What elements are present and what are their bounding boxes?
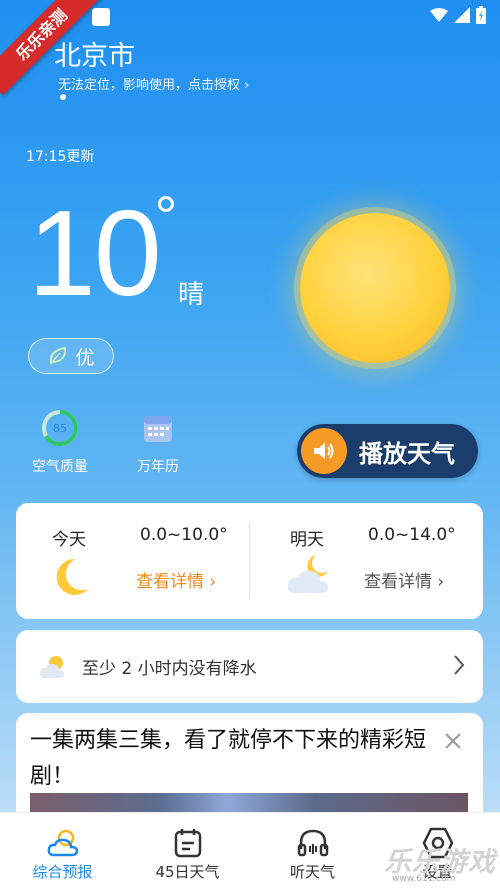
chevron-right-icon bbox=[454, 655, 465, 675]
air-quality-label: 空气质量 bbox=[32, 459, 88, 475]
tab-45-day[interactable]: 45日天气 bbox=[125, 813, 250, 890]
update-time: 17:15更新 bbox=[26, 149, 95, 165]
calendar-45-icon bbox=[174, 829, 202, 858]
calendar-button[interactable]: 万年历 bbox=[110, 408, 206, 476]
air-quality-button[interactable]: 85 空气质量 bbox=[12, 408, 108, 476]
city-name[interactable]: 北京市 bbox=[54, 34, 135, 73]
cloud-sun-icon bbox=[47, 829, 79, 857]
tomorrow-details-link[interactable]: 查看详情 › bbox=[364, 567, 444, 592]
precipitation-notice[interactable]: 至少 2 小时内没有降水 bbox=[16, 630, 483, 703]
status-icons bbox=[430, 6, 486, 24]
sun-illustration bbox=[300, 213, 450, 363]
svg-text:85: 85 bbox=[53, 422, 67, 435]
tab-45-day-label: 45日天气 bbox=[155, 863, 220, 881]
tab-listen[interactable]: 听天气 bbox=[250, 813, 375, 890]
play-weather-button[interactable]: 播放天气 bbox=[297, 424, 478, 478]
today-label: 今天 bbox=[52, 530, 86, 550]
tomorrow-label: 明天 bbox=[290, 530, 324, 550]
calendar-icon bbox=[138, 408, 178, 448]
degree-symbol bbox=[158, 196, 174, 212]
forecast-card: 今天 0.0~10.0° 查看详情 › 明天 0.0~14.0° 查看详情 › bbox=[16, 503, 483, 619]
tab-overview-label: 综合预报 bbox=[32, 863, 93, 881]
watermark-logo: 乐乐游戏 www.611.com bbox=[384, 840, 496, 888]
aqi-gauge-icon: 85 bbox=[40, 408, 80, 448]
calendar-label: 万年历 bbox=[137, 459, 179, 475]
aqi-badge[interactable]: 优 bbox=[28, 338, 114, 374]
close-icon[interactable] bbox=[443, 731, 463, 751]
tab-overview[interactable]: 综合预报 bbox=[0, 813, 125, 890]
notification-icon bbox=[92, 8, 110, 26]
watermark-url: www.611.com bbox=[392, 874, 456, 884]
partly-cloudy-icon bbox=[39, 655, 64, 678]
weather-condition: 晴 bbox=[178, 280, 205, 310]
headphones-icon bbox=[297, 829, 329, 857]
cloud-moon-icon bbox=[287, 555, 328, 593]
battery-icon bbox=[476, 6, 486, 24]
leaf-icon bbox=[50, 346, 67, 365]
current-temperature: 10 bbox=[28, 185, 162, 321]
play-weather-label: 播放天气 bbox=[359, 439, 455, 468]
moon-icon bbox=[56, 558, 88, 595]
forecast-today: 今天 0.0~10.0° 查看详情 › bbox=[16, 503, 249, 619]
forecast-tomorrow: 明天 0.0~14.0° 查看详情 › bbox=[250, 503, 483, 619]
signal-icon bbox=[454, 7, 470, 23]
page-indicator-dot bbox=[60, 94, 66, 100]
today-range: 0.0~10.0° bbox=[140, 525, 228, 545]
location-permission-hint[interactable]: 无法定位，影响使用，点击授权 › bbox=[58, 74, 249, 93]
today-details-link[interactable]: 查看详情 › bbox=[136, 567, 216, 592]
ad-text: 一集两集三集，看了就停不下来的精彩短剧！ bbox=[30, 728, 427, 789]
speaker-icon bbox=[301, 428, 347, 474]
precipitation-text: 至少 2 小时内没有降水 bbox=[82, 659, 257, 679]
tab-listen-label: 听天气 bbox=[289, 863, 335, 881]
tomorrow-range: 0.0~14.0° bbox=[368, 525, 456, 545]
wifi-icon bbox=[430, 8, 448, 22]
aqi-label: 优 bbox=[75, 346, 95, 369]
